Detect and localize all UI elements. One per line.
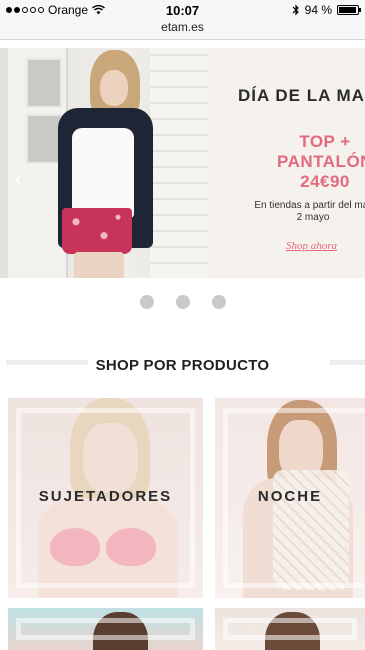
url-text: etam.es bbox=[161, 20, 204, 34]
offer-line-2: PANTALÓN bbox=[277, 152, 365, 171]
hero-photo: ‹ bbox=[0, 48, 208, 278]
hero-subtitle: En tiendas a partir del mar 2 mayo bbox=[246, 200, 365, 224]
status-bar: Orange 10:07 94 % bbox=[0, 0, 365, 20]
product-tile-4[interactable] bbox=[215, 608, 365, 650]
hero-banner[interactable]: ‹ DÍA DE LA MAD TOP + PANTALÓN 24€90 En … bbox=[0, 48, 365, 278]
subtitle-line-1: En tiendas a partir del mar bbox=[254, 200, 365, 211]
section-header: SHOP POR PRODUCTO bbox=[0, 355, 365, 379]
product-label-sujetadores: SUJETADORES bbox=[38, 488, 173, 505]
carousel-dot-2[interactable] bbox=[175, 295, 190, 309]
carousel-dot-3[interactable] bbox=[211, 295, 226, 309]
hero-promo-panel: DÍA DE LA MAD TOP + PANTALÓN 24€90 En ti… bbox=[208, 48, 365, 278]
status-right: 94 % bbox=[292, 3, 361, 17]
bluetooth-icon bbox=[292, 4, 299, 16]
address-bar[interactable]: etam.es bbox=[0, 20, 365, 40]
offer-line-1: TOP + bbox=[299, 132, 351, 151]
hero-offer: TOP + PANTALÓN 24€90 bbox=[260, 132, 365, 192]
hero-title: DÍA DE LA MAD bbox=[238, 86, 365, 105]
product-tile-3[interactable] bbox=[8, 608, 203, 650]
subtitle-line-2: 2 mayo bbox=[296, 212, 330, 223]
battery-percent: 94 % bbox=[304, 3, 332, 17]
offer-price: 24€90 bbox=[300, 172, 350, 191]
product-tile-noche[interactable]: NOCHE bbox=[215, 398, 365, 598]
product-tile-sujetadores[interactable]: SUJETADORES bbox=[8, 398, 203, 598]
shop-now-link[interactable]: Shop ahora bbox=[286, 240, 337, 252]
carousel-dot-1[interactable] bbox=[139, 295, 154, 309]
carousel-indicators bbox=[0, 295, 365, 309]
battery-icon bbox=[337, 5, 361, 15]
section-title: SHOP POR PRODUCTO bbox=[95, 357, 270, 374]
product-label-noche: NOCHE bbox=[257, 488, 323, 505]
carousel-prev-icon[interactable]: ‹ bbox=[11, 168, 25, 190]
